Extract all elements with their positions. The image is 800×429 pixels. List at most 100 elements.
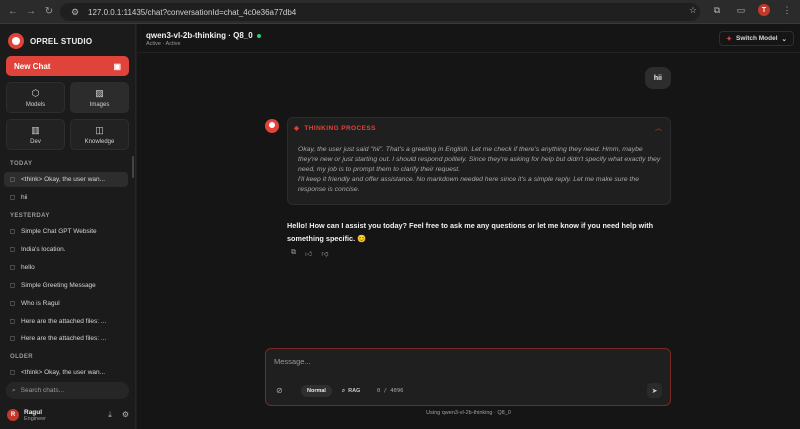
forward-icon[interactable]: →: [22, 3, 40, 21]
chat-bubble-icon: ▢: [9, 370, 16, 376]
images-label: Images: [89, 101, 110, 108]
section-older: OLDER: [10, 354, 33, 360]
thinking-label: THINKING PROCESS: [304, 124, 376, 132]
search-chats[interactable]: ⌕ Search chats...: [6, 382, 129, 399]
chat-bubble-icon: ▢: [9, 247, 16, 253]
dev-label: Dev: [30, 138, 41, 145]
chevron-up-icon[interactable]: ︿: [655, 123, 662, 133]
chat-item[interactable]: ▢ Simple Chat GPT Website: [4, 224, 128, 239]
assistant-message: Hello! How can I assist you today? Feel …: [287, 221, 654, 243]
profile-avatar[interactable]: T: [758, 4, 770, 16]
browser-toolbar: ← → ↻ ⚙ 127.0.0.1:11435/chat?conversatio…: [0, 0, 800, 24]
model-status: Active · Active: [146, 41, 181, 47]
paperclip-icon[interactable]: ⊘: [276, 386, 283, 395]
chat-item[interactable]: ▢ India's location.: [4, 242, 128, 257]
message-actions: ⧉ 👍︎ 👎︎: [291, 249, 328, 258]
user-profile: R Ragul Engineer ⤓ ⚙: [7, 406, 129, 424]
search-placeholder: Search chats...: [20, 387, 64, 394]
site-info-icon[interactable]: ⚙: [68, 5, 82, 19]
chat-item[interactable]: ▢ hii: [4, 190, 128, 205]
chat-item[interactable]: ▢ <think> Okay, the user wan...: [4, 365, 128, 380]
url-text: 127.0.0.1:11435/chat?conversationId=chat…: [88, 7, 297, 17]
user-role: Engineer: [24, 415, 47, 422]
back-icon[interactable]: ←: [4, 3, 22, 21]
chat-item[interactable]: ▢ Who is Ragul: [4, 296, 128, 311]
chevron-down-icon: ⌄: [781, 35, 787, 43]
chat-main: qwen3-vl-2b-thinking · Q8_0 Active · Act…: [137, 24, 800, 429]
thinking-text: Okay, the user just said "hii". That's a…: [298, 145, 664, 195]
brain-icon: ◈: [294, 125, 300, 132]
brand: OPREL STUDIO: [8, 33, 92, 49]
gear-icon[interactable]: ⚙: [122, 410, 129, 420]
chat-item-label: Simple Chat GPT Website: [21, 228, 97, 235]
bookmark-star-icon[interactable]: ☆: [686, 3, 700, 17]
address-bar[interactable]: ⚙ 127.0.0.1:11435/chat?conversationId=ch…: [60, 3, 700, 21]
chat-item[interactable]: ▢ hello: [4, 260, 128, 275]
image-icon: ▨: [95, 87, 104, 98]
section-yesterday: YESTERDAY: [10, 213, 50, 219]
dev-tile[interactable]: ▥ Dev: [6, 119, 65, 150]
thumbs-up-icon[interactable]: 👍︎: [305, 249, 312, 258]
copy-icon[interactable]: ⧉: [291, 249, 296, 258]
mode-normal-button[interactable]: Normal: [301, 385, 332, 397]
download-icon[interactable]: ⤓: [108, 410, 112, 420]
section-today: TODAY: [10, 161, 33, 167]
cube-icon: ⬡: [31, 87, 40, 98]
chat-item[interactable]: ▢ Here are the attached files: ...: [4, 314, 128, 329]
menu-kebab-icon[interactable]: ⋮: [780, 3, 794, 17]
images-tile[interactable]: ▨ Images: [70, 82, 129, 113]
chat-item-label: hello: [21, 264, 35, 271]
thinking-paragraph: Okay, the user just said "hii". That's a…: [298, 146, 661, 173]
database-icon: ◫: [95, 124, 104, 135]
chat-bubble-icon: ▢: [9, 283, 16, 289]
switch-model-button[interactable]: ✦ Switch Model ⌄: [719, 31, 794, 46]
chat-bubble-icon: ▢: [9, 229, 16, 235]
knowledge-tile[interactable]: ◫ Knowledge: [70, 119, 129, 150]
model-title-text: qwen3-vl-2b-thinking · Q8_0: [146, 31, 253, 40]
chat-bubble-icon: ▢: [9, 177, 16, 183]
chat-item-label: Here are the attached files: ...: [21, 335, 107, 342]
chat-item[interactable]: ▢ Simple Greeting Message: [4, 278, 128, 293]
send-button[interactable]: ➤: [647, 383, 662, 398]
chat-item-label: hii: [21, 194, 28, 201]
search-icon: ⌕: [12, 386, 16, 394]
new-chat-label: New Chat: [14, 61, 51, 71]
switch-icon: ✦: [726, 35, 733, 43]
send-icon: ➤: [651, 387, 658, 395]
sidebar-scrollbar[interactable]: [132, 156, 134, 178]
user-name: Ragul: [24, 408, 43, 416]
chat-item-label: Here are the attached files: ...: [21, 318, 107, 325]
status-indicator: [256, 33, 261, 38]
logo-icon: [8, 33, 24, 49]
search-icon: ⌕: [342, 387, 346, 394]
chat-item[interactable]: ▢ Here are the attached files: ...: [4, 331, 128, 346]
extensions-icon[interactable]: ⧉: [710, 3, 724, 17]
mode-rag-label: RAG: [348, 388, 361, 394]
message-input[interactable]: [274, 357, 654, 366]
reload-icon[interactable]: ↻: [40, 3, 58, 21]
chat-item-label: Simple Greeting Message: [21, 282, 96, 289]
thinking-paragraph: I'll keep it friendly and offer assistan…: [298, 176, 639, 193]
avatar[interactable]: R: [7, 409, 19, 421]
chat-bubble-icon: ▢: [9, 195, 16, 201]
knowledge-label: Knowledge: [84, 138, 115, 145]
models-tile[interactable]: ⬡ Models: [6, 82, 65, 113]
chat-item-label: <think> Okay, the user wan...: [21, 369, 106, 376]
chat-bubble-icon: ▢: [9, 265, 16, 271]
switch-model-label: Switch Model: [736, 35, 778, 42]
mode-rag-button[interactable]: ⌕ RAG: [337, 385, 365, 397]
thinking-header[interactable]: ◈ THINKING PROCESS: [294, 124, 376, 133]
model-footer-note: Using qwen3-vl-2b-thinking · Q8_0: [426, 410, 511, 416]
models-label: Models: [25, 101, 46, 108]
chat-item-label: <think> Okay, the user wan...: [21, 176, 106, 183]
chat-item[interactable]: ▢ <think> Okay, the user wan...: [4, 172, 128, 187]
chat-bubble-icon: ▢: [9, 301, 16, 307]
thinking-panel: ◈ THINKING PROCESS ︿ Okay, the user just…: [287, 117, 671, 205]
model-title: qwen3-vl-2b-thinking · Q8_0: [146, 31, 261, 40]
new-chat-button[interactable]: New Chat ▣: [6, 56, 129, 76]
chat-item-label: Who is Ragul: [21, 300, 60, 307]
media-icon[interactable]: ▭: [734, 3, 748, 17]
token-counter: 0 / 4096: [377, 388, 404, 394]
thumbs-down-icon[interactable]: 👎︎: [321, 249, 328, 258]
chat-bubble-icon: ▢: [9, 319, 16, 325]
